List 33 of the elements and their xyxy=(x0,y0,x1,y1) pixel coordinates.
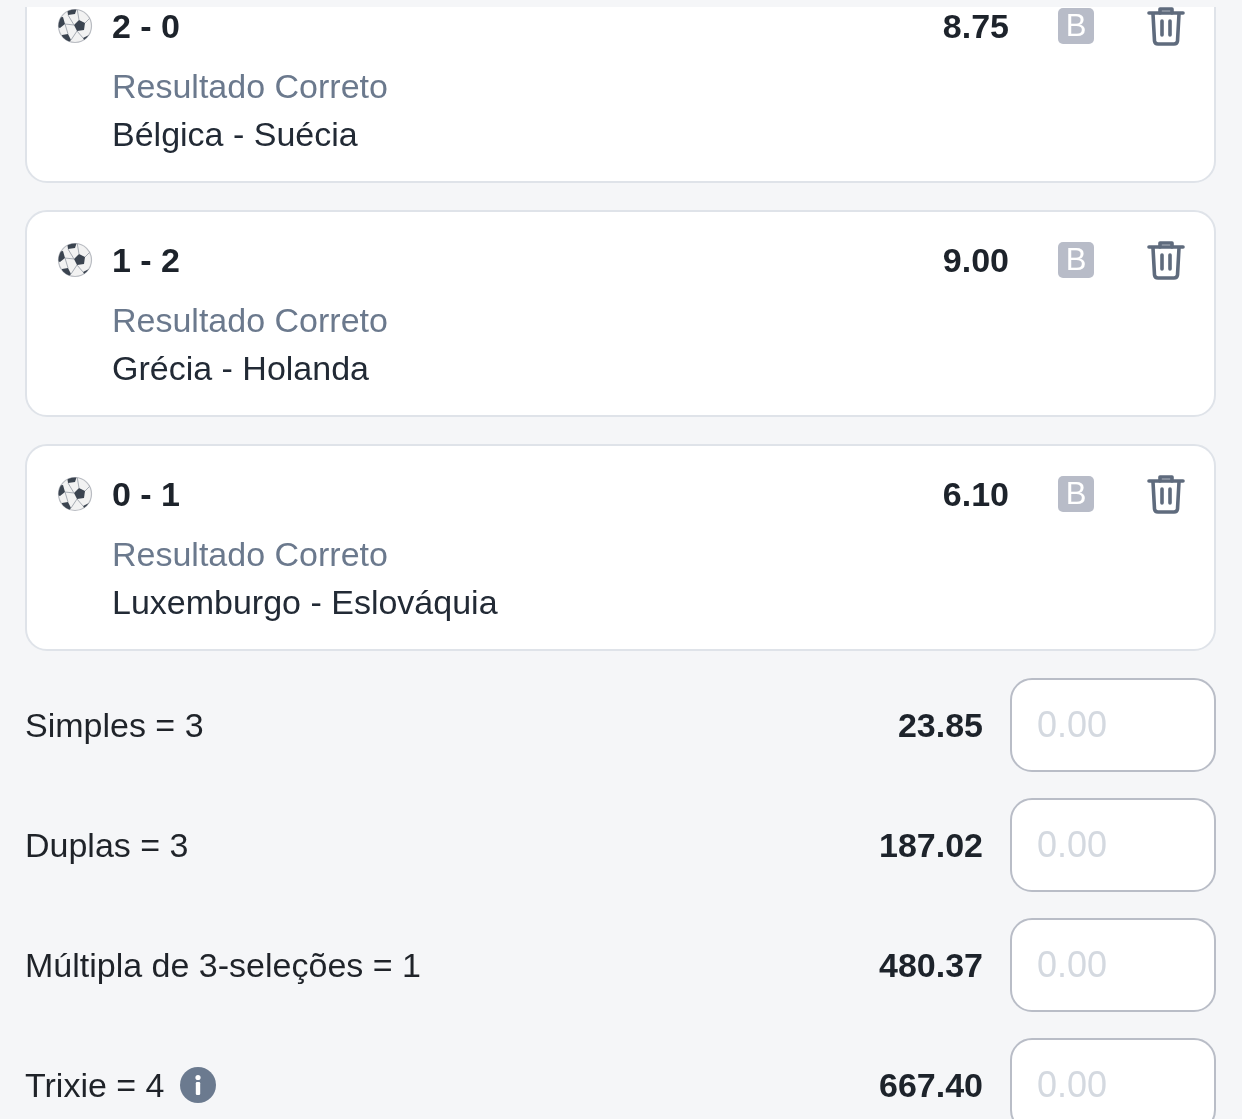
score-text: 2 - 0 xyxy=(112,7,181,46)
trash-icon xyxy=(1146,7,1186,46)
market-name: Resultado Correto xyxy=(112,534,388,575)
odds-value: 8.75 xyxy=(942,7,1009,46)
bet-type-label: Simples = 3 xyxy=(25,705,204,745)
odds-value: 6.10 xyxy=(942,474,1009,514)
score-text: 1 - 2 xyxy=(112,240,181,280)
potential-return: 187.02 xyxy=(879,825,983,865)
soccer-ball-icon xyxy=(57,476,93,512)
score-text: 0 - 1 xyxy=(112,474,181,514)
bet-type-label: Múltipla de 3-seleções = 1 xyxy=(25,945,421,985)
match-name: Bélgica - Suécia xyxy=(112,114,358,155)
potential-return: 667.40 xyxy=(879,1065,983,1105)
potential-return: 480.37 xyxy=(879,945,983,985)
soccer-ball-icon xyxy=(57,8,93,44)
letter-badge: B xyxy=(1058,8,1094,44)
match-name: Grécia - Holanda xyxy=(112,348,369,389)
delete-button[interactable] xyxy=(1146,474,1186,514)
trash-icon xyxy=(1146,240,1186,280)
letter-badge: B xyxy=(1058,242,1094,278)
market-name: Resultado Correto xyxy=(112,66,388,107)
market-name: Resultado Correto xyxy=(112,300,388,341)
trash-icon xyxy=(1146,474,1186,514)
letter-badge: B xyxy=(1058,476,1094,512)
delete-button[interactable] xyxy=(1146,240,1186,280)
soccer-ball-icon xyxy=(57,242,93,278)
bet-type-label: Duplas = 3 xyxy=(25,825,189,865)
potential-return: 23.85 xyxy=(897,705,983,745)
bet-type-label: Trixie = 4 xyxy=(25,1065,165,1105)
delete-button[interactable] xyxy=(1146,7,1186,46)
odds-value: 9.00 xyxy=(942,240,1009,280)
info-icon[interactable] xyxy=(179,1067,216,1103)
match-name: Luxemburgo - Eslováquia xyxy=(112,582,498,623)
